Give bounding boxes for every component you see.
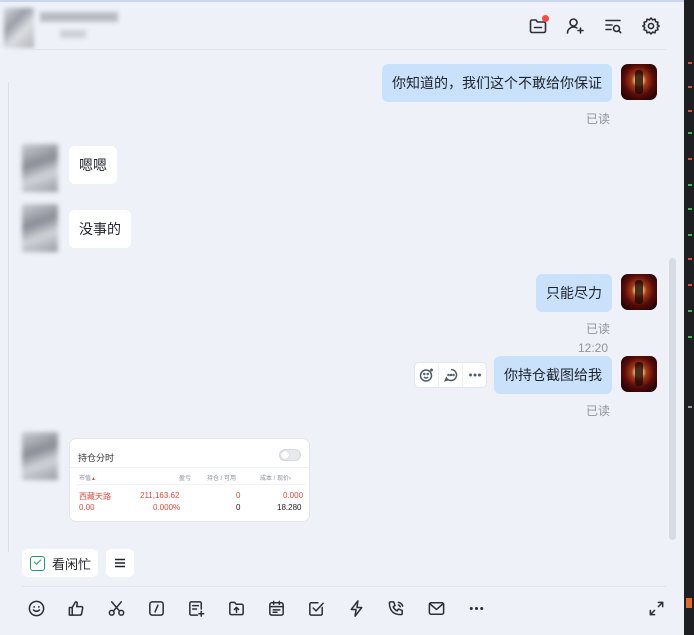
calendar-icon bbox=[268, 600, 284, 616]
current-price: 18.280 bbox=[277, 503, 302, 512]
add-reaction-icon bbox=[419, 368, 433, 382]
check-availability-button[interactable]: 看闲忙 bbox=[22, 549, 98, 577]
calendar-check-icon bbox=[30, 555, 45, 571]
new-doc-button[interactable] bbox=[184, 596, 208, 620]
upload-icon bbox=[228, 601, 244, 615]
market-value: 211,163.62 bbox=[140, 491, 180, 500]
search-history-button[interactable] bbox=[601, 14, 625, 38]
my-avatar[interactable] bbox=[621, 274, 657, 310]
row2-value: 0.00 bbox=[79, 503, 95, 512]
add-user-icon bbox=[566, 18, 584, 34]
header-label: 市值 bbox=[79, 476, 92, 482]
gear-icon bbox=[642, 17, 660, 35]
search-list-icon bbox=[605, 19, 622, 34]
card-title: 持仓分时 bbox=[78, 453, 115, 463]
task-check-icon bbox=[308, 601, 324, 616]
add-doc-icon bbox=[188, 600, 204, 617]
sort-arrow-icon: ▲ bbox=[91, 476, 96, 482]
more-icon bbox=[468, 373, 481, 377]
add-reaction-button[interactable] bbox=[415, 363, 439, 387]
read-status: 已读 bbox=[586, 112, 611, 126]
thumbs-up-icon bbox=[68, 600, 83, 616]
emoji-icon bbox=[28, 600, 44, 616]
message-hover-actions bbox=[414, 362, 487, 388]
message-timestamp: 12:20 bbox=[578, 341, 609, 355]
message-bubble-theirs[interactable]: 没事的 bbox=[69, 210, 131, 248]
settings-button[interactable] bbox=[639, 14, 663, 38]
contact-avatar[interactable] bbox=[22, 204, 58, 252]
card-divider bbox=[70, 467, 309, 468]
slash-command-icon bbox=[148, 600, 164, 616]
chat-header bbox=[0, 2, 684, 52]
card-header-market-value: 市值▲ bbox=[79, 473, 96, 482]
position-qty: 0 bbox=[236, 491, 241, 500]
scissors-icon bbox=[108, 600, 124, 616]
mail-icon bbox=[428, 601, 444, 615]
card-toggle bbox=[279, 449, 301, 461]
message-scrollbar[interactable] bbox=[669, 258, 676, 540]
emoji-button[interactable] bbox=[24, 596, 48, 620]
my-avatar[interactable] bbox=[621, 64, 657, 100]
card-header-position: 持仓 / 可用 bbox=[207, 476, 237, 482]
stock-name: 西藏天路 bbox=[79, 492, 111, 501]
contact-avatar[interactable] bbox=[22, 432, 58, 480]
menu-icon bbox=[115, 558, 125, 568]
shared-screenshot-image[interactable]: 持仓分时 市值▲ 盈亏 持仓 / 可用 成本 / 现价› 西藏天路 211,16… bbox=[69, 438, 310, 522]
chat-avatar[interactable] bbox=[4, 8, 34, 48]
card-header-pnl: 盈亏 bbox=[179, 476, 192, 482]
quick-menu-button[interactable] bbox=[106, 549, 134, 577]
upload-file-button[interactable] bbox=[224, 596, 248, 620]
my-avatar[interactable] bbox=[621, 356, 657, 392]
left-border bbox=[8, 82, 9, 552]
available-qty: 0 bbox=[236, 503, 241, 512]
composer-divider bbox=[22, 586, 666, 587]
message-bubble-mine[interactable]: 你知道的，我们这个不敢给你保证 bbox=[382, 64, 612, 102]
row2-percent: 0.000% bbox=[153, 503, 181, 512]
contact-avatar[interactable] bbox=[22, 144, 58, 192]
composer-toolbar bbox=[22, 596, 666, 620]
read-status: 已读 bbox=[586, 404, 611, 418]
message-bubble-theirs[interactable]: 嗯嗯 bbox=[69, 146, 117, 184]
email-button[interactable] bbox=[424, 596, 448, 620]
call-icon bbox=[388, 600, 403, 615]
adjacent-window-strip bbox=[684, 0, 694, 635]
reply-button[interactable] bbox=[439, 363, 463, 387]
screenshot-button[interactable] bbox=[104, 596, 128, 620]
notification-dot bbox=[542, 15, 549, 22]
read-status: 已读 bbox=[586, 322, 611, 336]
message-bubble-mine[interactable]: 你持仓截图给我 bbox=[494, 356, 612, 394]
schedule-button[interactable] bbox=[264, 596, 288, 620]
folder-button[interactable] bbox=[526, 14, 550, 38]
chat-title-blurred bbox=[40, 12, 118, 22]
availability-label: 看闲忙 bbox=[52, 556, 92, 572]
card-row-divider bbox=[76, 484, 305, 485]
quick-action-button[interactable] bbox=[344, 596, 368, 620]
add-member-button[interactable] bbox=[563, 14, 587, 38]
task-button[interactable] bbox=[304, 596, 328, 620]
reply-icon bbox=[443, 368, 457, 382]
more-tools-button[interactable] bbox=[464, 596, 488, 620]
slash-command-button[interactable] bbox=[144, 596, 168, 620]
message-bubble-mine[interactable]: 只能尽力 bbox=[536, 274, 612, 312]
more-icon bbox=[469, 606, 483, 610]
chat-subtitle-blurred bbox=[60, 30, 86, 38]
header-label: 成本 / 现价 bbox=[260, 476, 290, 482]
call-button[interactable] bbox=[384, 596, 408, 620]
header-divider bbox=[22, 49, 666, 50]
expand-icon bbox=[649, 601, 663, 615]
card-header-cost: 成本 / 现价› bbox=[260, 473, 291, 482]
chevron-right-icon: › bbox=[289, 476, 292, 482]
expand-composer-button[interactable] bbox=[644, 596, 668, 620]
more-actions-button[interactable] bbox=[463, 363, 486, 387]
cost-price: 0.000 bbox=[283, 491, 304, 500]
like-button[interactable] bbox=[64, 596, 88, 620]
lightning-icon bbox=[350, 599, 362, 617]
